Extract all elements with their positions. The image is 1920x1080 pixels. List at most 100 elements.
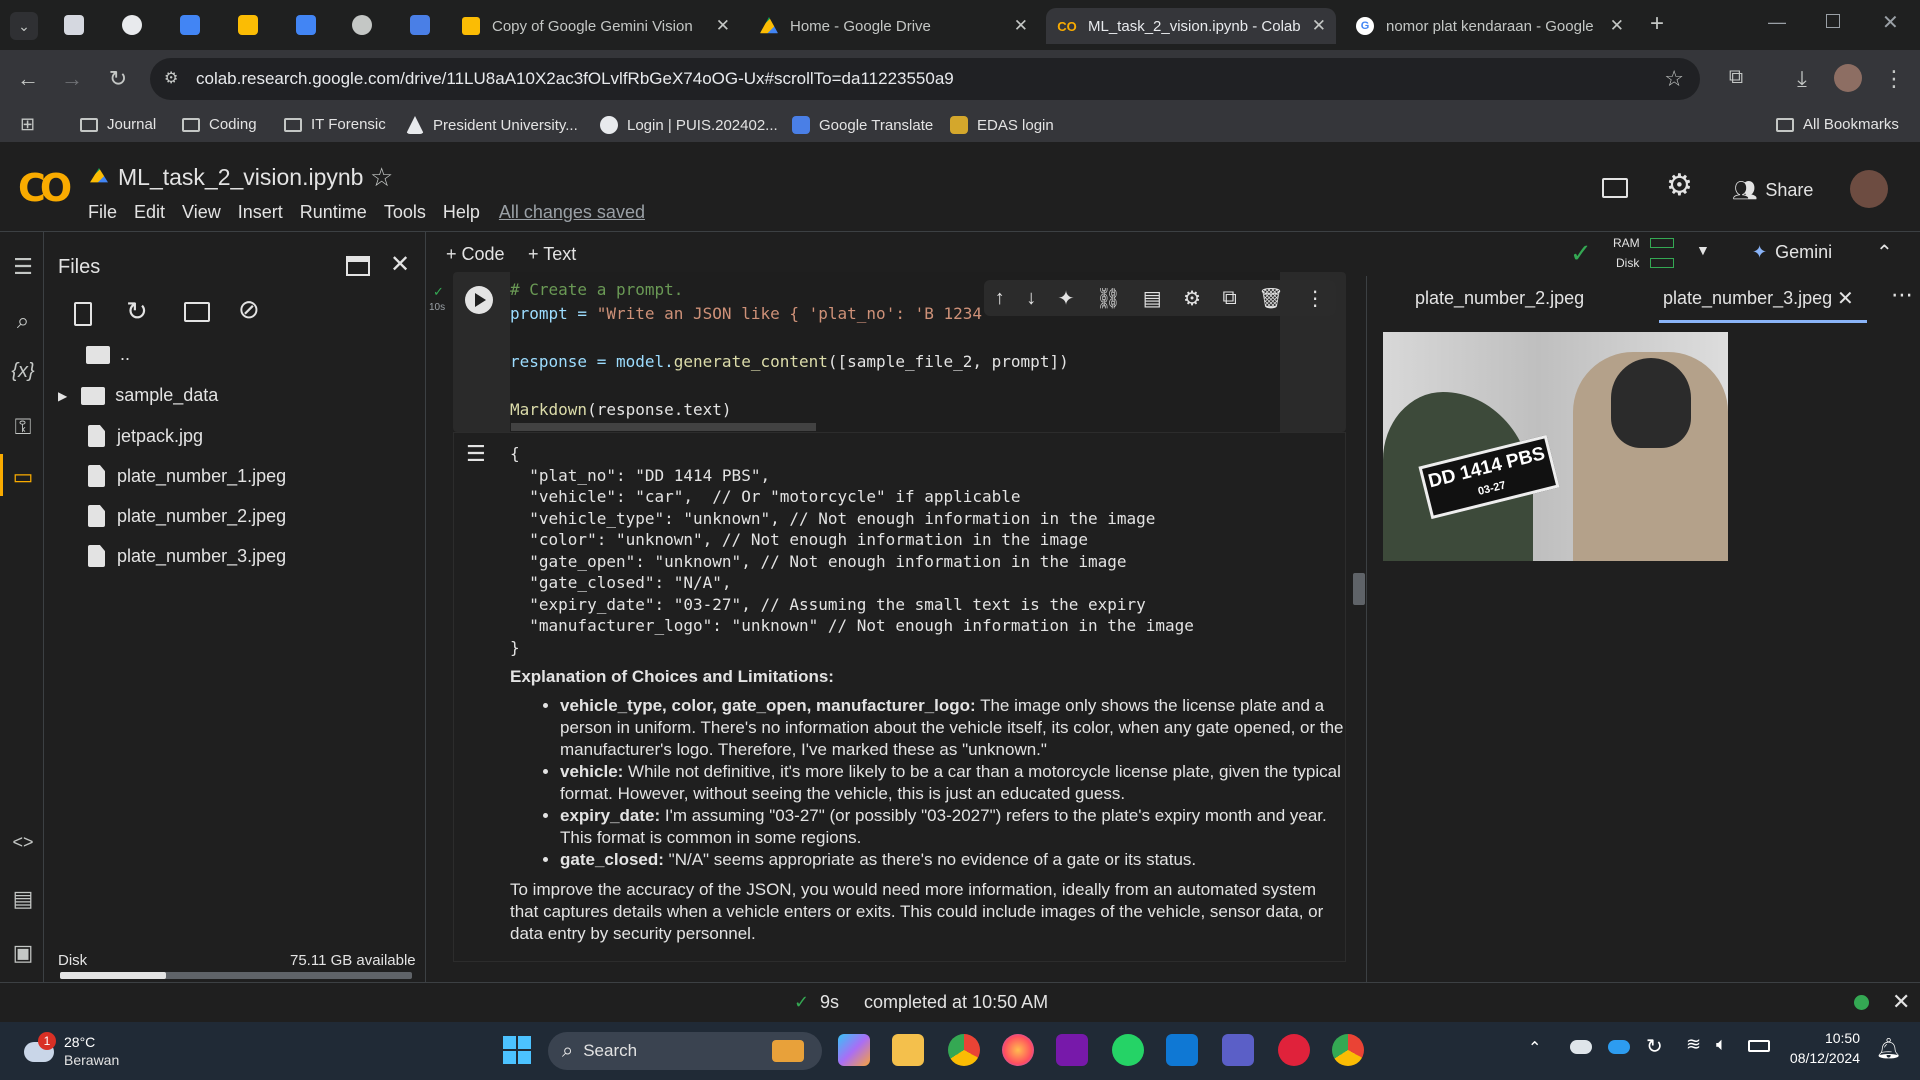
onedrive-icon[interactable]	[1608, 1040, 1630, 1054]
runtime-dropdown-icon[interactable]: ▼	[1696, 242, 1710, 258]
chrome-profile-icon[interactable]	[1332, 1034, 1364, 1066]
bookmark-it-forensic[interactable]: IT Forensic	[284, 116, 386, 133]
pinned-tab-slides-icon[interactable]	[238, 15, 258, 35]
close-panel-icon[interactable]: ✕	[390, 250, 410, 279]
volume-icon[interactable]: 🔈︎	[1716, 1034, 1727, 1055]
comments-icon[interactable]	[1602, 178, 1628, 198]
add-code-button[interactable]: + Code	[446, 244, 505, 265]
tab-google-search[interactable]: G nomor plat kendaraan - Google ✕	[1344, 8, 1634, 44]
minimize-icon[interactable]: —	[1768, 12, 1786, 33]
restore-icon[interactable]	[1826, 14, 1840, 28]
command-palette-icon[interactable]: ▤	[10, 886, 36, 912]
move-down-icon[interactable]: ↓	[1026, 287, 1036, 310]
bookmark-coding[interactable]: Coding	[182, 116, 257, 133]
all-bookmarks[interactable]: All Bookmarks	[1776, 116, 1899, 133]
run-cell-button[interactable]	[465, 286, 493, 314]
bookmark-journal[interactable]: Journal	[80, 116, 156, 133]
more-options-icon[interactable]: ⋮	[1305, 286, 1325, 311]
menu-tools[interactable]: Tools	[384, 202, 426, 223]
colab-logo[interactable]: CO	[18, 166, 72, 210]
menu-runtime[interactable]: Runtime	[300, 202, 367, 223]
close-window-icon[interactable]: ✕	[1882, 10, 1899, 35]
file-item-sample-data[interactable]: ▶ sample_data	[58, 385, 218, 406]
copilot-icon[interactable]	[838, 1034, 870, 1066]
tab-colab-notebook[interactable]: CO ML_task_2_vision.ipynb - Colab ✕	[1046, 8, 1336, 44]
site-info-icon[interactable]: ⚙	[164, 68, 178, 88]
runtime-status-dot[interactable]	[1854, 995, 1869, 1010]
search-icon[interactable]: ⌕	[10, 308, 36, 334]
bookmark-google-translate[interactable]: Google Translate	[792, 116, 933, 134]
refresh-icon[interactable]: ↻	[126, 296, 148, 327]
close-tab-icon[interactable]: ✕	[1610, 16, 1624, 36]
table-of-contents-icon[interactable]: ☰	[10, 254, 36, 280]
mirror-cell-icon[interactable]: ⧉	[1223, 287, 1237, 310]
chrome-icon[interactable]	[948, 1034, 980, 1066]
tray-overflow-icon[interactable]: ⌃	[1528, 1038, 1541, 1058]
horizontal-scrollbar[interactable]	[511, 423, 816, 431]
disk-res-label[interactable]: Disk	[1616, 256, 1639, 270]
weather-widget[interactable]: 1 28°C Berawan	[20, 1030, 160, 1074]
teams-icon[interactable]	[1222, 1034, 1254, 1066]
star-icon[interactable]: ☆	[370, 162, 393, 193]
terminal-icon[interactable]: ▣	[10, 940, 36, 966]
notebook-title[interactable]: ML_task_2_vision.ipynb	[118, 164, 363, 191]
cell-settings-icon[interactable]: ⚙	[1183, 286, 1201, 311]
files-folder-icon[interactable]: ▭	[10, 464, 36, 490]
settings-gear-icon[interactable]: ⚙	[1666, 168, 1693, 203]
gemini-button[interactable]: ✦ Gemini	[1752, 242, 1832, 263]
secrets-key-icon[interactable]: ⚿	[10, 414, 36, 440]
pinned-tab-1-icon[interactable]	[64, 15, 84, 35]
start-button-icon[interactable]	[503, 1036, 531, 1064]
file-item-plate-3[interactable]: plate_number_3.jpeg	[88, 545, 286, 567]
browser-menu-icon[interactable]: ⋮	[1880, 66, 1908, 92]
outlook-icon[interactable]	[1166, 1034, 1198, 1066]
pinned-tab-docs-icon[interactable]	[180, 15, 200, 35]
open-in-tab-icon[interactable]	[346, 256, 370, 276]
menu-file[interactable]: File	[88, 202, 117, 223]
address-bar[interactable]: ⚙ colab.research.google.com/drive/11LU8a…	[150, 58, 1700, 100]
pinned-tab-docs2-icon[interactable]	[296, 15, 316, 35]
comment-icon[interactable]: ▤	[1143, 286, 1162, 311]
wifi-icon[interactable]: ≋	[1686, 1034, 1701, 1055]
pinned-tab-translate-icon[interactable]	[410, 15, 430, 35]
new-tab-icon[interactable]: +	[1650, 10, 1664, 38]
move-up-icon[interactable]: ↑	[995, 287, 1005, 310]
firefox-icon[interactable]	[1002, 1034, 1034, 1066]
clock-date[interactable]: 08/12/2024	[1782, 1050, 1860, 1066]
menu-insert[interactable]: Insert	[238, 202, 283, 223]
close-status-icon[interactable]: ✕	[1892, 989, 1910, 1015]
upload-file-icon[interactable]	[74, 302, 92, 326]
reload-icon[interactable]: ↻	[104, 66, 132, 92]
clock-time[interactable]: 10:50	[1808, 1030, 1860, 1046]
bookmark-login-puis[interactable]: Login | PUIS.202402...	[600, 116, 778, 134]
save-status-link[interactable]: All changes saved	[499, 202, 645, 223]
close-tab-icon[interactable]: ✕	[716, 16, 730, 36]
expand-arrow-icon[interactable]: ▶	[58, 389, 67, 403]
sync-icon[interactable]: ↻	[1646, 1034, 1663, 1059]
hide-files-icon[interactable]: ⊘	[238, 294, 260, 325]
close-tab-icon[interactable]: ✕	[1014, 16, 1028, 36]
file-item-plate-2[interactable]: plate_number_2.jpeg	[88, 505, 286, 527]
extensions-icon[interactable]: ⧉	[1722, 66, 1750, 89]
bookmark-star-icon[interactable]: ☆	[1664, 66, 1684, 92]
taskbar-search-box[interactable]: ⌕ Search	[548, 1032, 822, 1070]
account-avatar[interactable]	[1850, 170, 1888, 208]
image-tab-plate-3[interactable]: plate_number_3.jpeg	[1663, 288, 1832, 309]
pinned-tab-chatgpt-icon[interactable]	[122, 15, 142, 35]
onenote-icon[interactable]	[1056, 1034, 1088, 1066]
profile-avatar[interactable]	[1834, 64, 1862, 92]
image-tab-plate-2[interactable]: plate_number_2.jpeg	[1415, 288, 1584, 309]
collapse-header-icon[interactable]: ⌃	[1876, 240, 1893, 265]
file-item-parent[interactable]: ..	[86, 344, 130, 365]
close-tab-icon[interactable]: ✕	[1312, 16, 1326, 36]
bookmark-president-university[interactable]: President University...	[406, 116, 578, 134]
tab-google-drive[interactable]: Home - Google Drive ✕	[748, 8, 1038, 44]
link-icon[interactable]: ⛓	[1096, 286, 1121, 311]
menu-help[interactable]: Help	[443, 202, 480, 223]
notifications-bell-icon[interactable]: 🔔︎	[1876, 1036, 1901, 1061]
delete-icon[interactable]: 🗑︎	[1258, 286, 1283, 311]
tray-cloud-icon[interactable]	[1570, 1040, 1592, 1054]
pinned-tab-app-icon[interactable]	[352, 15, 372, 35]
share-button[interactable]: 👥︎ Share	[1732, 178, 1813, 203]
battery-icon[interactable]	[1748, 1040, 1770, 1052]
